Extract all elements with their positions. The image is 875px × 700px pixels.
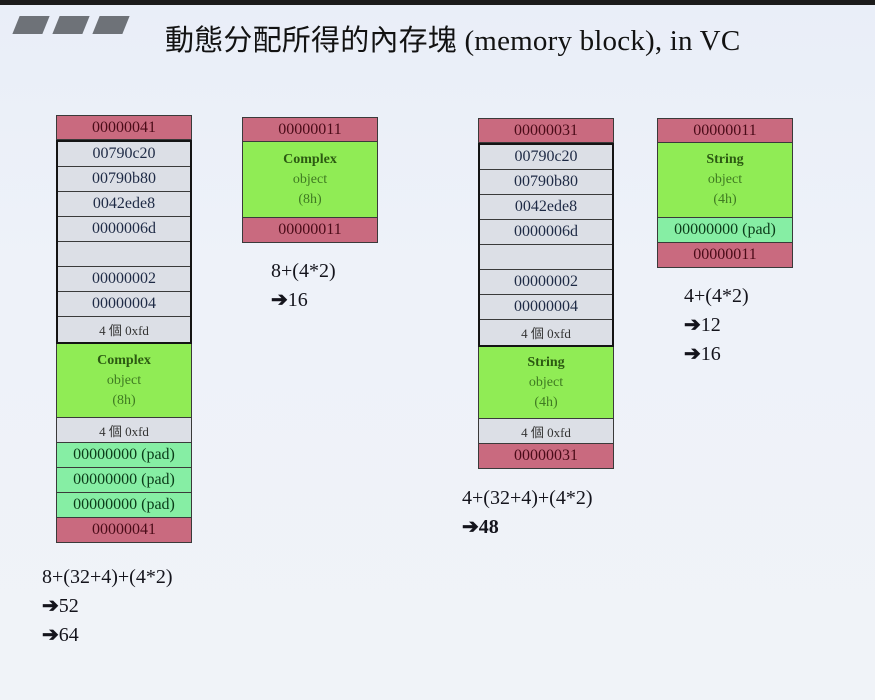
- object-cell: String object (4h): [478, 347, 614, 419]
- pad-cell: 00000000 (pad): [56, 443, 192, 468]
- debug-header-word: 00000004: [58, 292, 190, 317]
- object-word: object: [707, 172, 743, 187]
- formula-result: 48: [478, 516, 499, 538]
- formula-expression: 8+(4*2): [271, 260, 336, 282]
- debug-header-word: 00000004: [480, 295, 612, 320]
- formula-result: 16: [287, 289, 308, 311]
- object-size: (8h): [298, 191, 322, 207]
- debug-header-word: 00000002: [58, 267, 190, 292]
- cookie-bottom: 00000031: [478, 444, 614, 469]
- object-size: (8h): [112, 392, 136, 408]
- cookie-top: 00000011: [657, 118, 793, 143]
- arrow-icon: ➔: [42, 595, 59, 617]
- cookie-top: 00000031: [478, 118, 614, 143]
- object-cell: String object (4h): [657, 143, 793, 218]
- debug-header-word: 0000006d: [480, 220, 612, 245]
- formula-result: 12: [700, 314, 721, 336]
- formula-expression: 4+(32+4)+(4*2): [462, 487, 593, 509]
- object-word: object: [528, 374, 564, 390]
- formula-expression: 4+(4*2): [684, 285, 749, 307]
- debug-header-word: 0042ede8: [58, 192, 190, 217]
- debug-header-word: 00000002: [480, 270, 612, 295]
- arrow-icon: ➔: [462, 516, 479, 538]
- debug-header-word: 00790c20: [480, 145, 612, 170]
- debug-header-word: 0000006d: [58, 217, 190, 242]
- object-size: (4h): [534, 394, 558, 410]
- formula-expression: 8+(32+4)+(4*2): [42, 566, 173, 588]
- object-size: (4h): [713, 192, 737, 207]
- block-complex-release: 00000011 Complex object (8h) 00000011: [242, 117, 378, 243]
- arrow-icon: ➔: [684, 343, 701, 365]
- formula-result: 52: [58, 595, 79, 617]
- arrow-icon: ➔: [684, 314, 701, 336]
- debug-header-word: [480, 245, 612, 270]
- block-string-release: 00000011 String object (4h) 00000000 (pa…: [657, 118, 793, 268]
- arrow-icon: ➔: [271, 289, 288, 311]
- no-mans-land: 4 個 0xfd: [56, 418, 192, 443]
- formula-string-debug: 4+(32+4)+(4*2) ➔48: [462, 484, 592, 542]
- object-name: Complex: [97, 352, 151, 368]
- object-name: String: [527, 354, 565, 370]
- block-string-debug: 00000031 00790c20 00790b80 0042ede8 0000…: [478, 118, 614, 469]
- pad-cell: 00000000 (pad): [657, 218, 793, 243]
- formula-complex-debug: 8+(32+4)+(4*2) ➔52 ➔64: [42, 563, 172, 650]
- slide-logo-icon: [12, 16, 137, 34]
- object-cell: Complex object (8h): [242, 142, 378, 218]
- debug-header-word: [58, 242, 190, 267]
- formula-string-release: 4+(4*2) ➔12 ➔16: [684, 282, 749, 369]
- debug-header-word: 00790b80: [58, 167, 190, 192]
- cookie-top: 00000011: [242, 117, 378, 142]
- debug-header-word: 00790c20: [58, 142, 190, 167]
- debug-header: 00790c20 00790b80 0042ede8 0000006d 0000…: [56, 140, 192, 344]
- slide-title: 動態分配所得的內存塊 (memory block), in VC: [165, 25, 741, 57]
- pad-cell: 00000000 (pad): [56, 493, 192, 518]
- no-mans-land: 4 個 0xfd: [58, 317, 190, 342]
- no-mans-land: 4 個 0xfd: [478, 419, 614, 444]
- top-border: [0, 0, 875, 5]
- no-mans-land: 4 個 0xfd: [480, 320, 612, 345]
- cookie-top: 00000041: [56, 115, 192, 140]
- cookie-bottom: 00000011: [657, 243, 793, 268]
- object-word: object: [106, 372, 142, 388]
- formula-result: 16: [700, 343, 721, 365]
- debug-header: 00790c20 00790b80 0042ede8 0000006d 0000…: [478, 143, 614, 347]
- object-name: Complex: [283, 151, 337, 167]
- debug-header-word: 00790b80: [480, 170, 612, 195]
- arrow-icon: ➔: [42, 624, 59, 646]
- debug-header-word: 0042ede8: [480, 195, 612, 220]
- pad-cell: 00000000 (pad): [56, 468, 192, 493]
- object-name: String: [706, 152, 744, 167]
- object-word: object: [292, 171, 328, 187]
- formula-result: 64: [58, 624, 79, 646]
- block-complex-debug: 00000041 00790c20 00790b80 0042ede8 0000…: [56, 115, 192, 543]
- cookie-bottom: 00000041: [56, 518, 192, 543]
- object-cell: Complex object (8h): [56, 344, 192, 418]
- cookie-bottom: 00000011: [242, 218, 378, 243]
- formula-complex-release: 8+(4*2) ➔16: [271, 257, 336, 315]
